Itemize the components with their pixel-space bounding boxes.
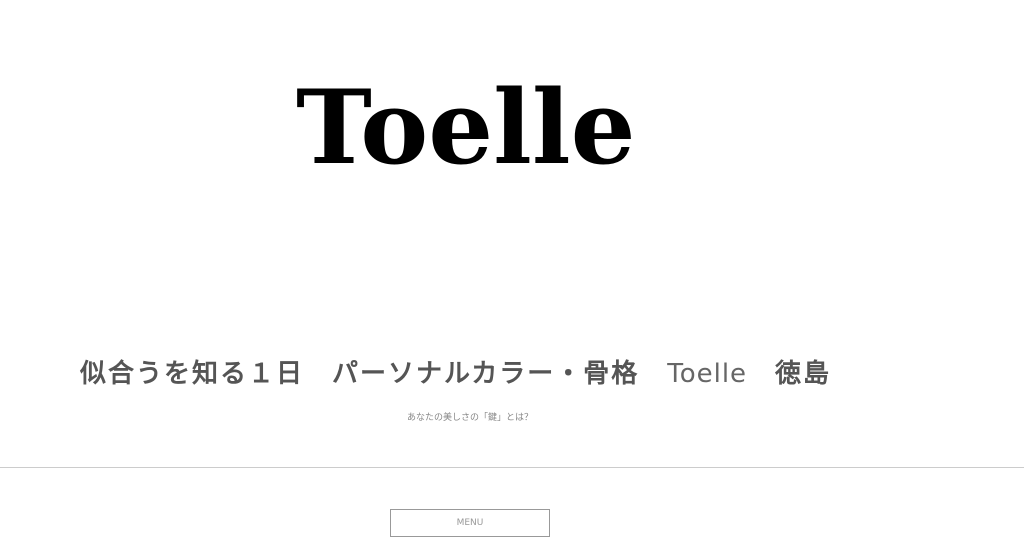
site-title-brand: Toelle: [667, 359, 748, 389]
site-tagline: あなたの美しさの「鍵」とは？: [406, 413, 533, 423]
site-title-part-2: 徳島: [747, 359, 832, 389]
site-title[interactable]: 似合うを知る１日 パーソナルカラー・骨格 Toelle 徳島: [80, 352, 831, 396]
site-logo[interactable]: Toelle: [296, 58, 676, 198]
site-title-part-1: 似合うを知る１日 パーソナルカラー・骨格: [80, 359, 668, 389]
menu-button[interactable]: MENU: [390, 509, 550, 537]
header-divider: [0, 467, 1024, 468]
